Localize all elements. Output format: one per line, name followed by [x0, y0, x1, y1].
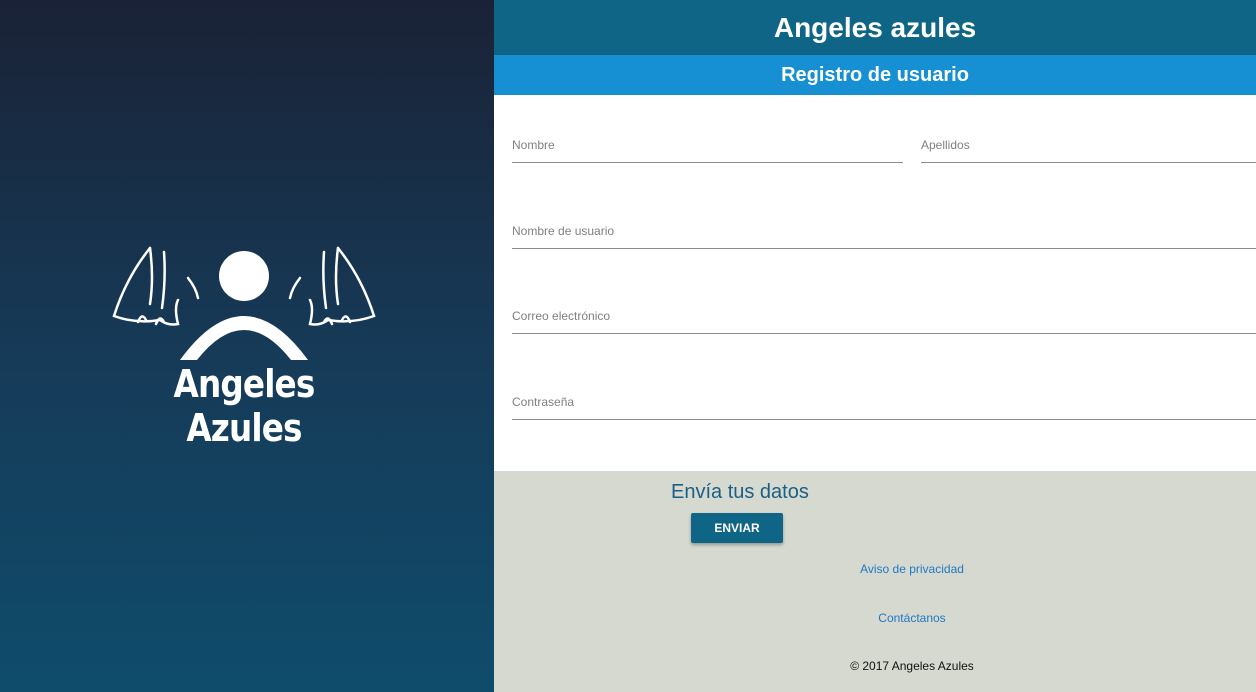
logo-text: Angeles Azules	[173, 362, 316, 450]
username-input[interactable]	[512, 208, 1256, 248]
last-name-field	[921, 122, 1256, 163]
brand-panel: Angeles Azules	[0, 0, 494, 692]
registration-form	[494, 95, 1256, 471]
angel-driver-logo-icon	[112, 246, 376, 360]
password-field	[512, 379, 1256, 420]
form-footer: Envía tus datos ENVIAR Aviso de privacid…	[494, 471, 1256, 692]
first-name-field	[512, 122, 903, 163]
brand-logo: Angeles Azules	[108, 238, 380, 450]
form-header: Registro de usuario	[494, 55, 1256, 95]
email-input[interactable]	[512, 293, 1256, 333]
app-bar: Angeles azules	[494, 0, 1256, 55]
registration-panel: Angeles azules Registro de usuario Envía…	[494, 0, 1256, 692]
email-field	[512, 293, 1256, 334]
form-title: Registro de usuario	[781, 63, 969, 86]
privacy-link[interactable]: Aviso de privacidad	[494, 562, 1256, 576]
first-name-input[interactable]	[512, 122, 903, 162]
password-input[interactable]	[512, 379, 1256, 419]
last-name-input[interactable]	[921, 122, 1256, 162]
copyright-text: © 2017 Angeles Azules	[850, 659, 974, 673]
send-button[interactable]: ENVIAR	[691, 513, 783, 543]
app-title: Angeles azules	[773, 11, 977, 43]
contact-link[interactable]: Contáctanos	[494, 611, 1256, 625]
submit-heading: Envía tus datos	[671, 481, 809, 503]
username-field	[512, 208, 1256, 249]
